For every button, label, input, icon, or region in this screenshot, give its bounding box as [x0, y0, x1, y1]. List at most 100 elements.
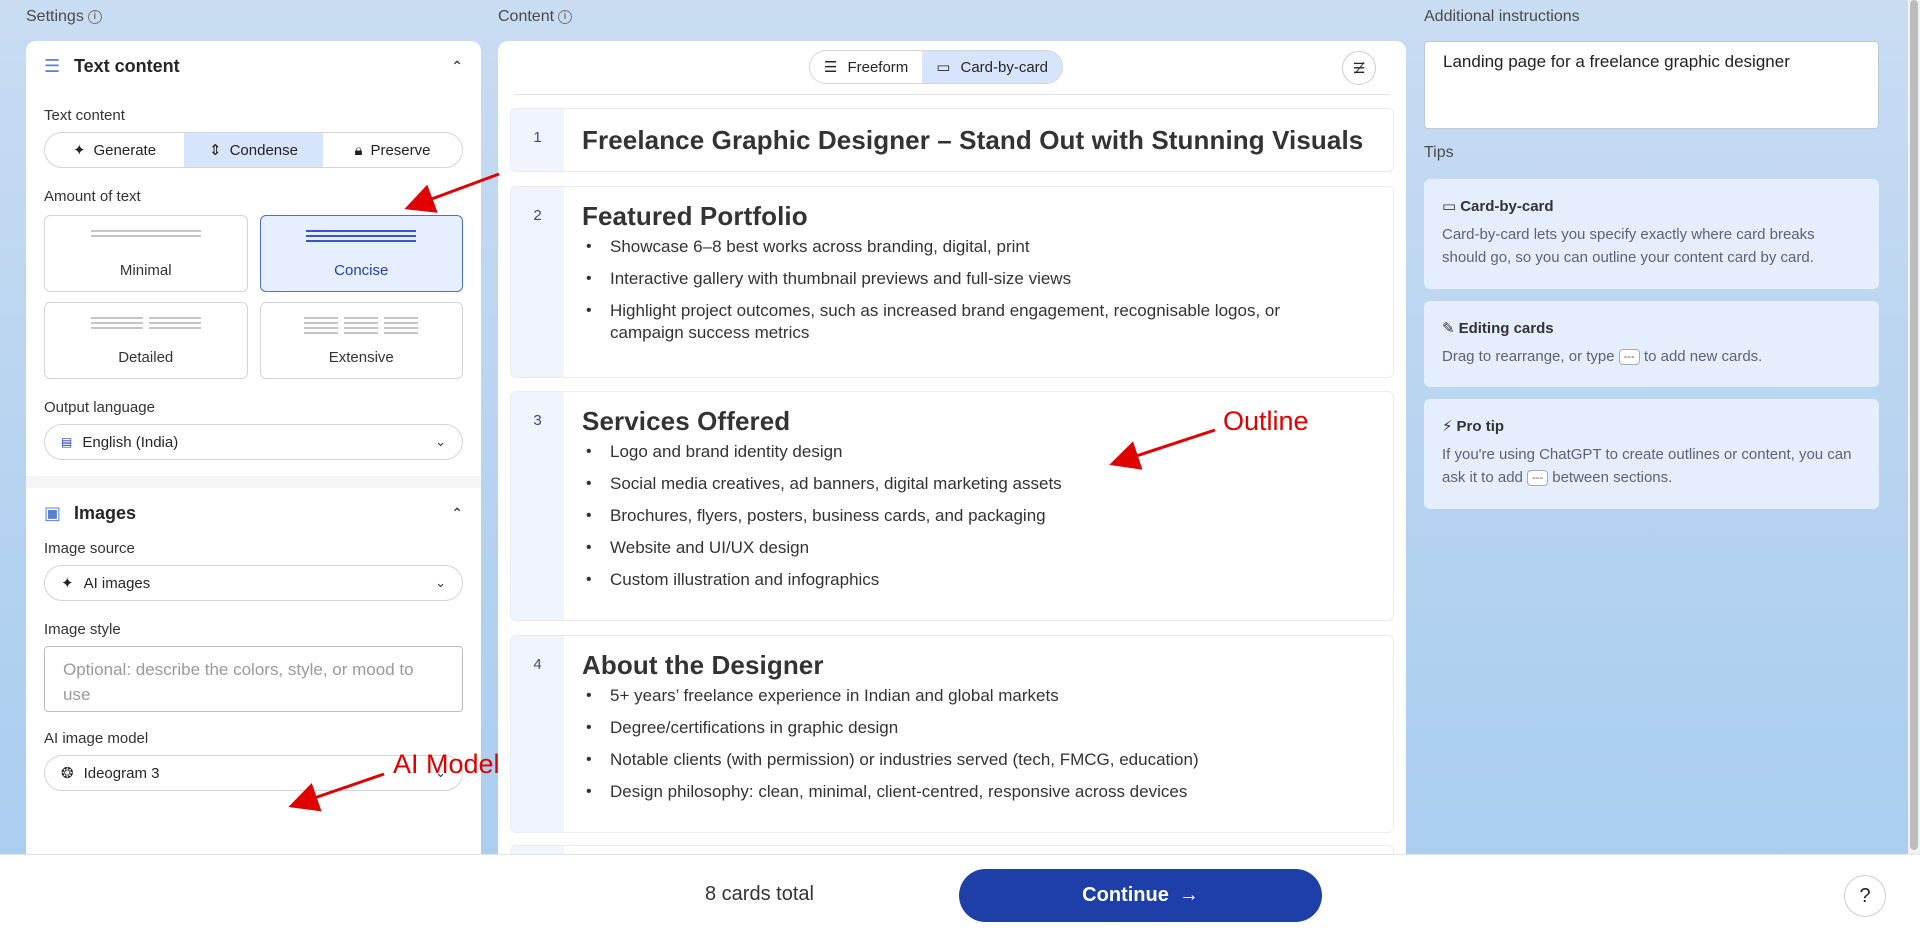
amount-label: Minimal: [119, 262, 172, 279]
content-panel: ☰ Freeform ▭ Card-by-card ☰̸ 1 Freelance G…: [498, 41, 1406, 854]
preserve-button[interactable]: 🔒︎ Preserve: [323, 133, 462, 167]
additional-instructions-input[interactable]: Landing page for a freelance graphic des…: [1424, 41, 1879, 129]
card-title[interactable]: Freelance Graphic Designer – Stand Out w…: [582, 125, 1363, 156]
image-icon: ▣: [44, 502, 62, 523]
generate-label: Generate: [93, 141, 157, 159]
amount-extensive[interactable]: Extensive: [259, 302, 463, 379]
card-number: 4: [511, 636, 564, 832]
clear-format-icon: ☰̸: [1352, 59, 1366, 76]
amount-of-text-label: Amount of text: [44, 188, 141, 205]
image-style-label: Image style: [44, 621, 121, 638]
amount-detailed[interactable]: Detailed: [44, 302, 248, 379]
list-item[interactable]: Interactive gallery with thumbnail previ…: [582, 268, 1322, 290]
amount-minimal[interactable]: Minimal: [44, 215, 248, 292]
kbd-separator: ---: [1527, 470, 1549, 487]
content-label: Content i: [498, 8, 573, 26]
chevron-up-icon[interactable]: ⌃: [451, 505, 463, 522]
tip-pro-tip: ⚡︎ Pro tip If you're using ChatGPT to cre…: [1424, 399, 1879, 509]
image-source-value: AI images: [83, 574, 151, 592]
list-item[interactable]: Custom illustration and infographics: [582, 569, 1062, 591]
card-by-card-tab[interactable]: ▭ Card-by-card: [922, 51, 1063, 83]
list-item[interactable]: Degree/certifications in graphic design: [582, 717, 1199, 739]
card-title[interactable]: Featured Portfolio: [582, 201, 1322, 232]
generate-button[interactable]: ✦ Generate: [45, 133, 184, 167]
info-icon[interactable]: i: [558, 10, 573, 24]
annotation-ai-model: AI Model: [393, 749, 500, 779]
text-content-label: Text content: [44, 107, 125, 124]
freeform-label: Freeform: [847, 58, 909, 76]
continue-label: Continue: [1082, 884, 1169, 906]
text-align-icon: ☰: [824, 59, 838, 76]
tip-text: If you're using ChatGPT to create outlin…: [1442, 443, 1861, 489]
condense-button[interactable]: ⇕ Condense: [184, 133, 323, 167]
list-item[interactable]: Logo and brand identity design: [582, 441, 1062, 463]
language-value: English (India): [82, 433, 179, 451]
card-title[interactable]: Services Offered: [582, 406, 1062, 437]
output-language-select[interactable]: ▤ English (India) ⌄: [44, 424, 463, 460]
model-value: Ideogram 3: [83, 764, 160, 782]
card-number: [511, 846, 564, 854]
info-icon[interactable]: i: [87, 10, 102, 24]
language-icon: ▤: [61, 435, 73, 449]
image-style-input[interactable]: Optional: describe the colors, style, or…: [44, 646, 463, 712]
text-lines-icon: ☰: [44, 55, 61, 76]
minimal-lines-icon: [90, 230, 201, 237]
section-divider: [26, 476, 481, 488]
sparkle-icon: ✦: [72, 142, 86, 159]
list-item[interactable]: Design philosophy: clean, minimal, clien…: [582, 781, 1199, 803]
chevron-up-icon[interactable]: ⌃: [451, 58, 463, 75]
lock-icon: 🔒︎: [354, 141, 363, 159]
detailed-lines-icon: [90, 317, 201, 329]
card-bullets: Logo and brand identity design Social me…: [582, 441, 1062, 591]
model-icon: ❂: [61, 765, 74, 782]
amount-label: Detailed: [118, 349, 174, 366]
card-icon: ▭: [1442, 198, 1457, 215]
continue-button[interactable]: Continue →: [959, 869, 1322, 922]
card-bullets: 5+ years’ freelance experience in Indian…: [582, 685, 1199, 803]
tip-title: Pro tip: [1456, 417, 1505, 435]
edit-icon: ✎: [1442, 320, 1455, 337]
amount-label: Concise: [334, 262, 389, 279]
clear-formatting-button[interactable]: ☰̸: [1342, 51, 1376, 85]
freeform-tab[interactable]: ☰ Freeform: [810, 51, 922, 83]
condense-label: Condense: [229, 141, 298, 159]
list-item[interactable]: 5+ years’ freelance experience in Indian…: [582, 685, 1199, 707]
outline-card[interactable]: 4 About the Designer 5+ years’ freelance…: [510, 635, 1394, 833]
preserve-label: Preserve: [370, 141, 431, 159]
list-item[interactable]: Social media creatives, ad banners, digi…: [582, 473, 1062, 495]
card-bullets: Showcase 6–8 best works across branding,…: [582, 236, 1322, 344]
images-section-header[interactable]: ▣ Images ⌃: [26, 488, 481, 538]
outline-card[interactable]: [510, 845, 1394, 854]
page-scrollbar[interactable]: [1908, 0, 1920, 854]
amount-concise[interactable]: Concise: [259, 215, 463, 292]
list-item[interactable]: Showcase 6–8 best works across branding,…: [582, 236, 1322, 258]
chevron-down-icon: ⌄: [435, 575, 446, 590]
image-source-select[interactable]: ✦ AI images ⌄: [44, 565, 463, 601]
additional-instructions-label: Additional instructions: [1424, 8, 1580, 25]
help-button[interactable]: ?: [1844, 875, 1886, 917]
tip-editing-cards: ✎ Editing cards Drag to rearrange, or typ…: [1424, 301, 1879, 387]
card-icon: ▭: [936, 59, 951, 76]
concise-lines-icon: [306, 230, 417, 242]
arrow-right-icon: →: [1178, 884, 1199, 906]
card-title[interactable]: About the Designer: [582, 650, 1199, 681]
tip-text: Card-by-card lets you specify exactly wh…: [1442, 226, 1815, 266]
image-source-label: Image source: [44, 540, 135, 557]
text-mode-selector: ✦ Generate ⇕ Condense 🔒︎ Preserve: [44, 132, 463, 168]
extensive-lines-icon: [304, 317, 419, 334]
kbd-separator: ---: [1618, 349, 1640, 366]
list-item[interactable]: Brochures, flyers, posters, business car…: [582, 505, 1062, 527]
outline-card[interactable]: 2 Featured Portfolio Showcase 6–8 best w…: [510, 186, 1394, 378]
card-number: 2: [511, 187, 564, 377]
list-item[interactable]: Website and UI/UX design: [582, 537, 1062, 559]
outline-card[interactable]: 1 Freelance Graphic Designer – Stand Out…: [510, 108, 1394, 172]
chevron-down-icon: ⌄: [435, 434, 446, 449]
card-by-card-label: Card-by-card: [960, 58, 1049, 76]
text-content-section-header[interactable]: ☰ Text content ⌃: [26, 41, 481, 91]
list-item[interactable]: Notable clients (with permission) or ind…: [582, 749, 1199, 771]
tip-text-after: to add new cards.: [1643, 348, 1763, 365]
scrollbar-thumb[interactable]: [1910, 0, 1918, 850]
tip-title: Card-by-card: [1460, 197, 1554, 215]
tip-text-after: between sections.: [1552, 469, 1673, 486]
list-item[interactable]: Highlight project outcomes, such as incr…: [582, 300, 1322, 344]
